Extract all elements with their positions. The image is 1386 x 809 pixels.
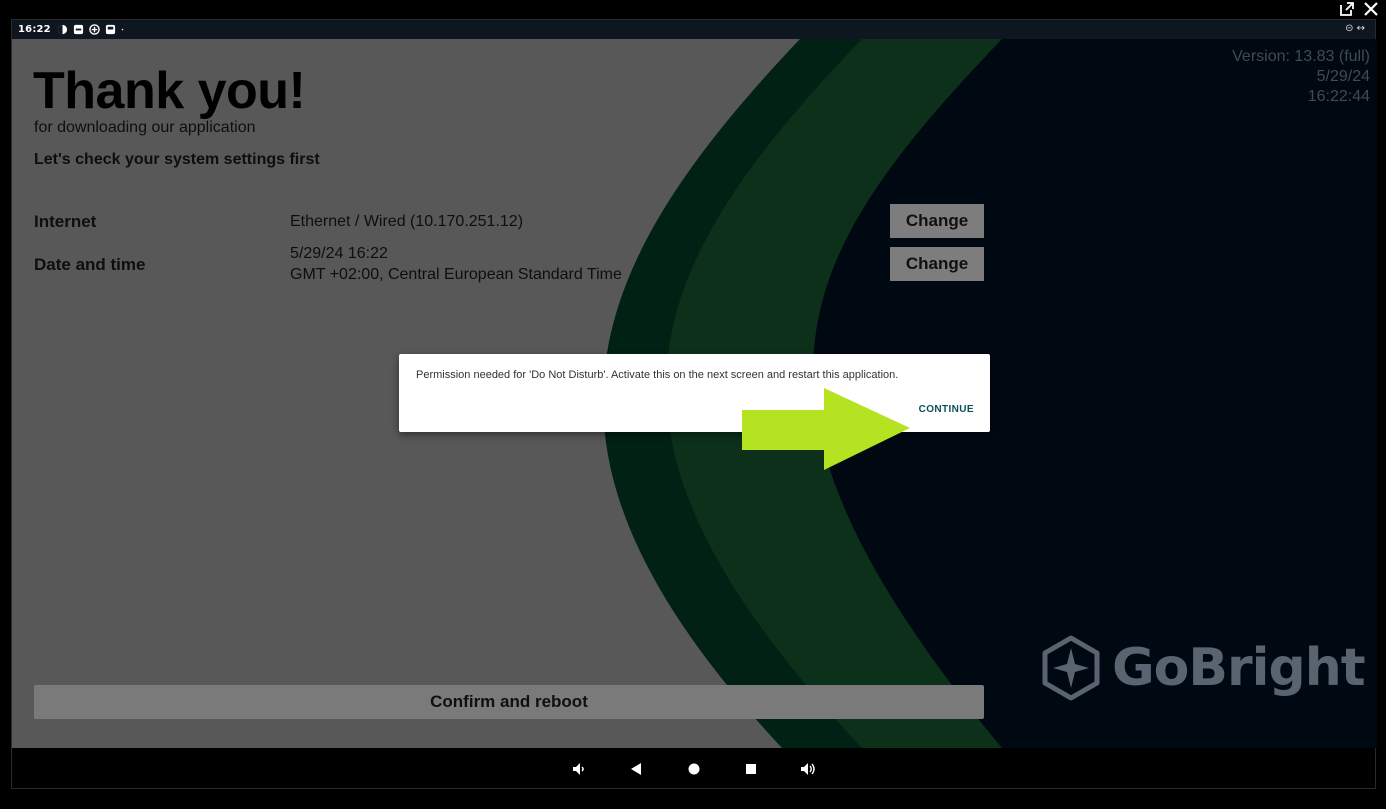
open-external-icon[interactable] [1339,1,1355,17]
status-right-icons: ⊝ ↔ [1345,23,1365,34]
close-icon[interactable] [1363,1,1379,17]
status-time: 16:22 [18,24,51,35]
dialog-message: Permission needed for 'Do Not Disturb'. … [416,369,899,381]
version-line: Version: 13.83 (full) [1232,48,1370,65]
page-subtitle: for downloading our application [34,119,256,136]
date-time-label: Date and time [34,255,146,274]
date-time-value-line2: GMT +02:00, Central European Standard Ti… [290,266,622,283]
internet-value: Ethernet / Wired (10.170.251.12) [290,211,523,232]
home-button[interactable] [684,759,704,779]
cast-icon [105,24,115,35]
date-time-change-button[interactable]: Change [890,247,984,281]
screen-icon [73,24,83,35]
volume-down-icon [573,763,584,775]
internet-value-text: Ethernet / Wired (10.170.251.12) [290,213,524,230]
gobright-star-icon [1042,635,1100,701]
logo-text: GoBright [1112,638,1366,698]
dot-icon [121,28,124,31]
version-info: Version: 13.83 (full) 5/29/24 16:22:44 [1232,47,1370,107]
version-time: 16:22:44 [1307,88,1370,105]
volume-down-button[interactable] [569,759,589,779]
section-lead: Let's check your system settings first [34,151,320,168]
internet-label: Internet [34,212,97,231]
status-bar: 16:22 ⊝ ↔ [12,20,1375,39]
android-device: 16:22 ⊝ ↔ Thank you! for downloading our… [11,19,1377,789]
confirm-reboot-button[interactable]: Confirm and reboot [34,685,984,719]
gobright-logo: GoBright [1040,635,1366,701]
continue-button[interactable]: CONTINUE [919,404,974,415]
brightness-icon [57,24,67,35]
volume-up-button[interactable] [798,759,818,779]
home-icon [688,763,700,775]
back-icon [631,763,641,775]
annotation-arrow-icon [742,388,910,470]
date-time-value-line1: 5/29/24 16:22 [290,245,388,262]
navigation-bar [12,748,1375,788]
app-screen: Thank you! for downloading our applicati… [12,39,1377,748]
volume-up-icon [801,763,815,775]
back-button[interactable] [626,759,646,779]
date-time-value: 5/29/24 16:22 GMT +02:00, Central Europe… [290,243,622,285]
plus-circle-icon [89,24,100,35]
recents-button[interactable] [741,759,761,779]
window-controls [1326,0,1386,18]
recents-icon [746,764,756,774]
version-date: 5/29/24 [1316,68,1370,85]
internet-change-button[interactable]: Change [890,204,984,238]
page-title: Thank you! [33,62,306,120]
